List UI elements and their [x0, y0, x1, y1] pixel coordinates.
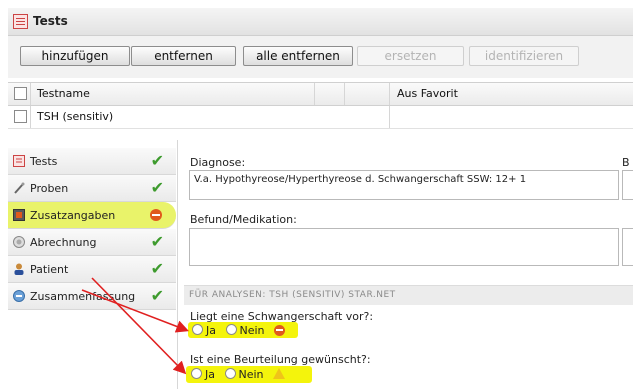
annotation-arrow-pregnancy	[81, 289, 189, 333]
annotation-arrow-assessment	[91, 277, 187, 375]
annotation-arrows	[81, 277, 189, 375]
